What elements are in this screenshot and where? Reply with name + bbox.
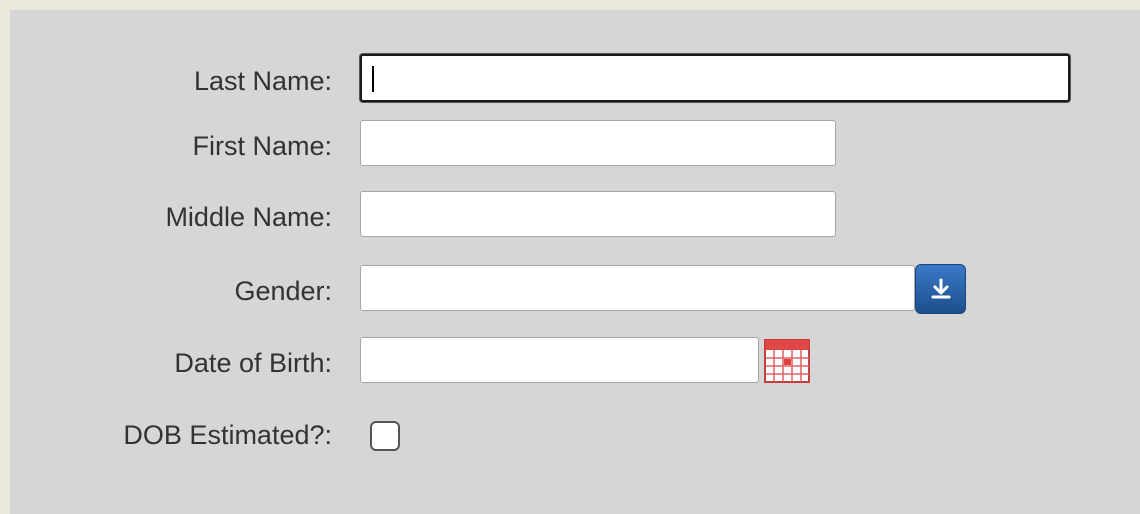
middle-name-input[interactable] (360, 191, 836, 237)
text-caret (372, 66, 374, 92)
dob-input[interactable] (360, 337, 759, 383)
dob-label: Date of Birth: (174, 348, 332, 378)
dob-estimated-checkbox[interactable] (370, 421, 400, 451)
patient-form-panel: Last Name: First Name: Middle Name: Gend… (10, 10, 1140, 514)
first-name-row: First Name: (10, 120, 1140, 172)
download-arrow-icon (931, 278, 950, 299)
first-name-label: First Name: (192, 131, 332, 161)
gender-select[interactable] (360, 265, 915, 311)
gender-dropdown-button[interactable] (915, 264, 966, 314)
first-name-input[interactable] (360, 120, 836, 166)
gender-row: Gender: (10, 264, 1140, 317)
gender-label: Gender: (234, 276, 332, 306)
dob-row: Date of Birth: (10, 337, 1140, 389)
middle-name-row: Middle Name: (10, 191, 1140, 243)
last-name-row: Last Name: (10, 54, 1140, 107)
middle-name-label: Middle Name: (165, 202, 332, 232)
dob-estimated-row: DOB Estimated?: (10, 409, 1140, 461)
calendar-icon[interactable] (764, 339, 810, 383)
last-name-input[interactable] (360, 54, 1070, 102)
dob-estimated-label: DOB Estimated?: (123, 420, 332, 450)
last-name-label: Last Name: (193, 66, 332, 96)
